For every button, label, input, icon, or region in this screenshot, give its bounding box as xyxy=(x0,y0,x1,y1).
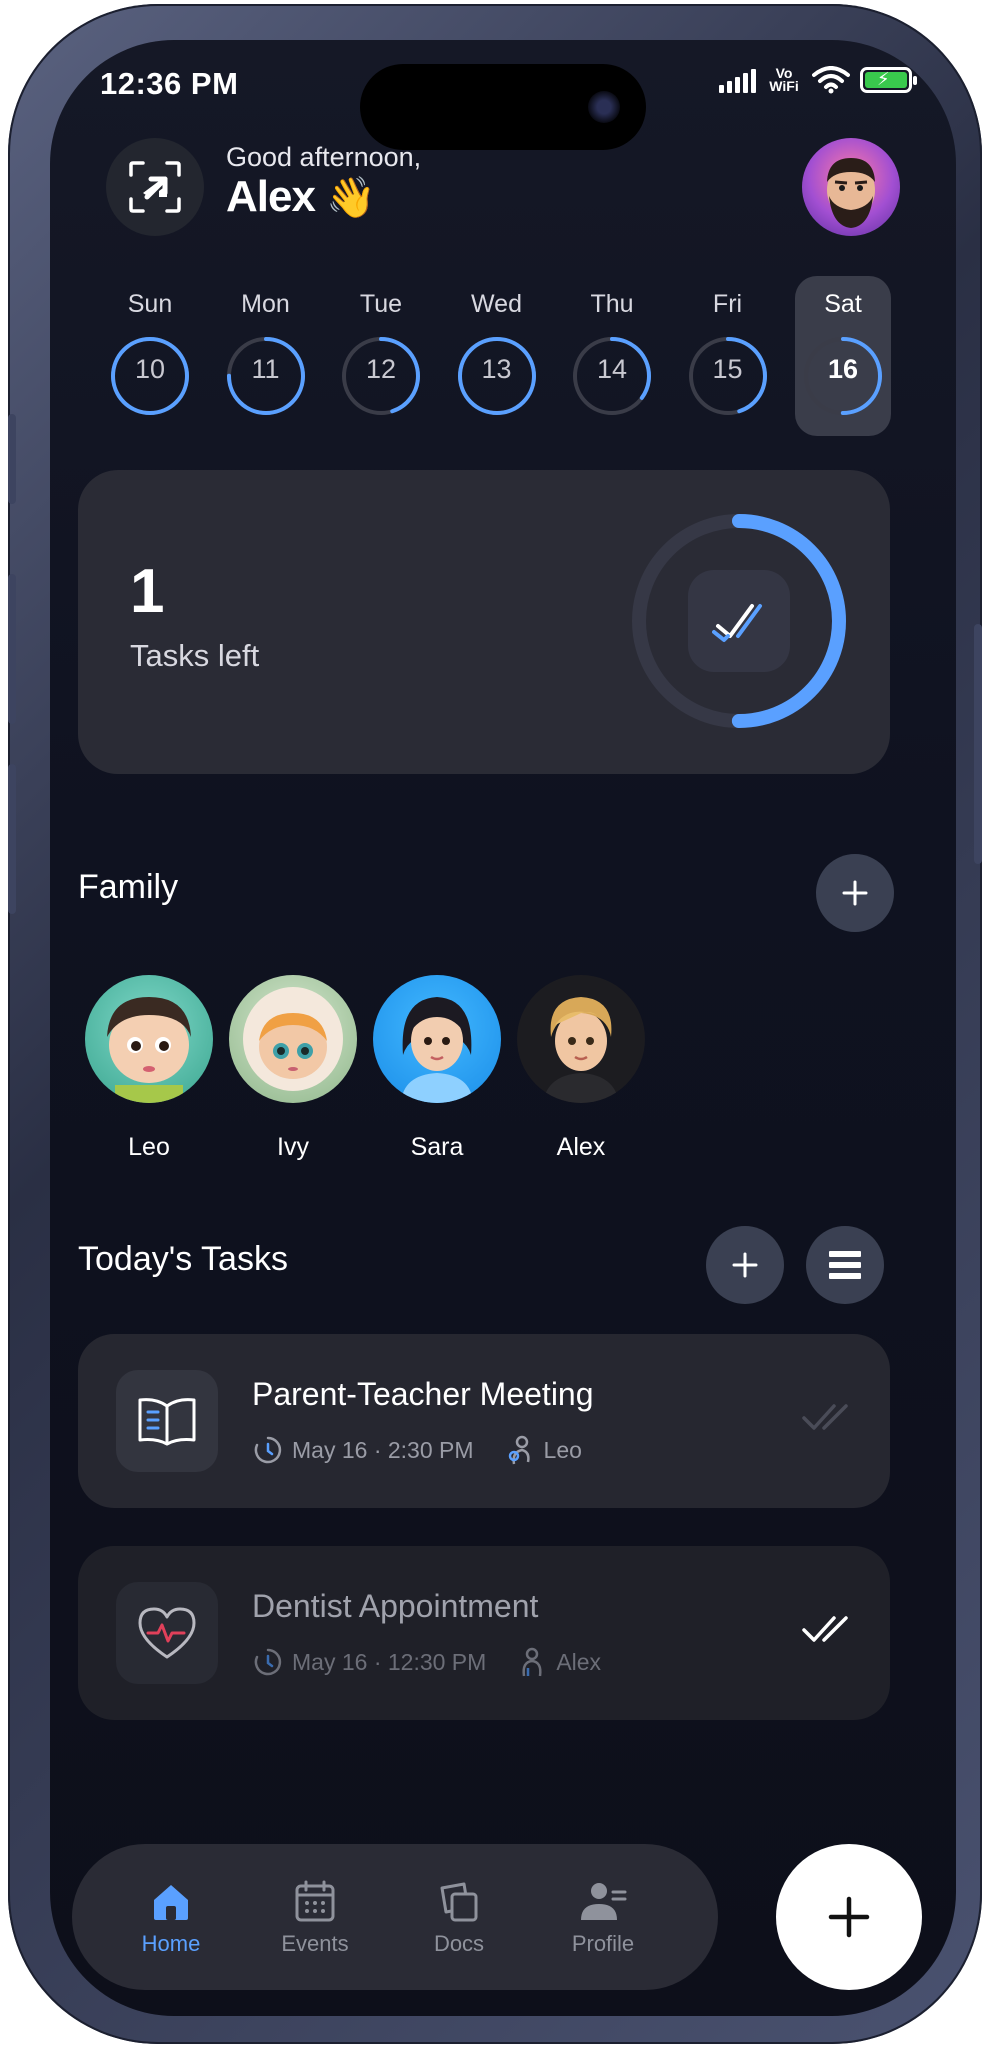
task-title: Parent-Teacher Meeting xyxy=(252,1376,594,1412)
profile-icon xyxy=(581,1883,627,1920)
day-sun[interactable]: Sun 10 xyxy=(102,276,198,436)
home-icon xyxy=(154,1885,188,1920)
app-screen: 12:36 PM Vo WiFi ⚡ Good afternoon, Alex … xyxy=(50,40,956,2016)
nav-label: Home xyxy=(141,1931,201,1956)
add-task-button[interactable] xyxy=(706,1226,784,1304)
book-icon xyxy=(116,1370,218,1472)
family-title: Family xyxy=(78,868,179,906)
family-member-ivy[interactable]: Ivy xyxy=(228,975,358,1162)
plus-icon xyxy=(828,1896,870,1938)
day-date: 12 xyxy=(365,354,397,384)
day-name: Fri xyxy=(712,290,743,318)
day-name: Mon xyxy=(241,290,290,318)
nav-home[interactable]: Home xyxy=(116,1880,226,1957)
battery-icon: ⚡ xyxy=(860,67,917,93)
day-date: 14 xyxy=(596,354,628,384)
child-icon xyxy=(508,1435,530,1465)
avatar xyxy=(85,975,213,1103)
task-title: Dentist Appointment xyxy=(252,1588,539,1624)
greeting-text: Good afternoon, xyxy=(226,142,422,172)
task-member: Alex xyxy=(556,1648,602,1675)
family-member-leo[interactable]: Leo xyxy=(84,975,214,1162)
avatar xyxy=(373,975,501,1103)
task-meta: May 16 · 12:30 PM Alex xyxy=(252,1646,601,1678)
user-name-text: Alex xyxy=(226,172,316,221)
nav-profile[interactable]: Profile xyxy=(548,1880,658,1957)
app-logo-icon[interactable] xyxy=(106,138,204,236)
double-check-icon[interactable] xyxy=(802,1402,850,1432)
plus-icon xyxy=(842,880,868,906)
cellular-signal-icon xyxy=(719,67,756,93)
list-view-button[interactable] xyxy=(806,1226,884,1304)
nav-label: Events xyxy=(281,1931,349,1956)
phone-frame: 12:36 PM Vo WiFi ⚡ Good afternoon, Alex … xyxy=(8,4,982,2044)
volume-up-button xyxy=(8,574,16,724)
day-name: Wed xyxy=(471,290,522,318)
plus-icon xyxy=(732,1252,758,1278)
tasks-progress-ring xyxy=(630,512,848,730)
avatar xyxy=(229,975,357,1103)
tasks-left-label: Tasks left xyxy=(130,638,260,673)
day-date: 10 xyxy=(134,354,166,384)
day-date: 15 xyxy=(712,354,743,384)
day-mon[interactable]: Mon 11 xyxy=(218,276,314,436)
double-check-icon[interactable] xyxy=(802,1614,850,1644)
nav-events[interactable]: Events xyxy=(260,1880,370,1957)
create-button[interactable] xyxy=(776,1844,922,1990)
day-thu[interactable]: Thu 14 xyxy=(564,276,660,436)
clock-icon xyxy=(254,1436,282,1464)
bottom-nav: Home Events Docs Profile xyxy=(72,1844,718,1990)
day-name: Thu xyxy=(590,290,634,318)
double-check-icon xyxy=(688,570,790,672)
family-member-sara[interactable]: Sara xyxy=(372,975,502,1162)
heart-pulse-icon xyxy=(116,1582,218,1684)
task-time: May 16 · 2:30 PM xyxy=(292,1436,474,1463)
status-time: 12:36 PM xyxy=(100,66,239,101)
avatar xyxy=(517,975,645,1103)
nav-docs[interactable]: Docs xyxy=(404,1880,514,1957)
nav-label: Profile xyxy=(571,1931,635,1956)
status-icons: Vo WiFi ⚡ xyxy=(719,65,917,94)
day-name: Sat xyxy=(824,290,862,318)
waving-hand-icon: 👋 xyxy=(326,176,376,220)
week-strip: Sun 10 Mon 11 Tue 12 Wed 13 Thu 14 Fri 15 Sat 16 xyxy=(102,276,912,436)
day-name: Tue xyxy=(359,290,403,318)
calendar-icon xyxy=(295,1880,335,1922)
day-wed[interactable]: Wed 13 xyxy=(449,276,545,436)
day-sat[interactable]: Sat 16 xyxy=(795,276,891,436)
day-name: Sun xyxy=(127,290,173,318)
profile-avatar[interactable] xyxy=(802,138,900,236)
task-time: May 16 · 12:30 PM xyxy=(292,1648,487,1675)
day-date: 16 xyxy=(827,354,859,384)
nav-label: Docs xyxy=(433,1931,485,1956)
tasks-summary-card[interactable]: 1 Tasks left xyxy=(78,470,890,774)
power-button xyxy=(974,624,982,864)
task-card-parent-teacher-meeting[interactable]: Parent-Teacher Meeting May 16 · 2:30 PM … xyxy=(78,1334,890,1508)
day-fri[interactable]: Fri 15 xyxy=(680,276,776,436)
family-member-alex[interactable]: Alex xyxy=(516,975,646,1162)
header: Good afternoon, Alex 👋 xyxy=(50,130,956,240)
volume-down-button xyxy=(8,764,16,914)
user-name: Alex 👋 xyxy=(226,172,376,222)
member-name: Leo xyxy=(128,1133,170,1161)
day-date: 11 xyxy=(251,354,280,384)
wifi-icon xyxy=(812,66,850,94)
member-name: Ivy xyxy=(277,1133,309,1161)
member-name: Sara xyxy=(410,1133,464,1161)
docs-icon xyxy=(440,1882,478,1922)
list-icon xyxy=(829,1251,861,1279)
tasks-left-count: 1 xyxy=(130,557,165,626)
task-member: Leo xyxy=(543,1436,582,1463)
clock-icon xyxy=(254,1648,282,1676)
task-meta: May 16 · 2:30 PM Leo xyxy=(252,1434,582,1466)
vowifi-label: Vo WiFi xyxy=(769,65,799,94)
mute-switch xyxy=(8,414,16,504)
person-icon xyxy=(522,1647,542,1677)
todays-tasks-title: Today's Tasks xyxy=(78,1240,288,1278)
member-name: Alex xyxy=(556,1133,606,1161)
add-family-member-button[interactable] xyxy=(816,854,894,932)
day-date: 13 xyxy=(481,354,512,384)
day-tue[interactable]: Tue 12 xyxy=(333,276,429,436)
task-card-dentist-appointment[interactable]: Dentist Appointment May 16 · 12:30 PM Al… xyxy=(78,1546,890,1720)
